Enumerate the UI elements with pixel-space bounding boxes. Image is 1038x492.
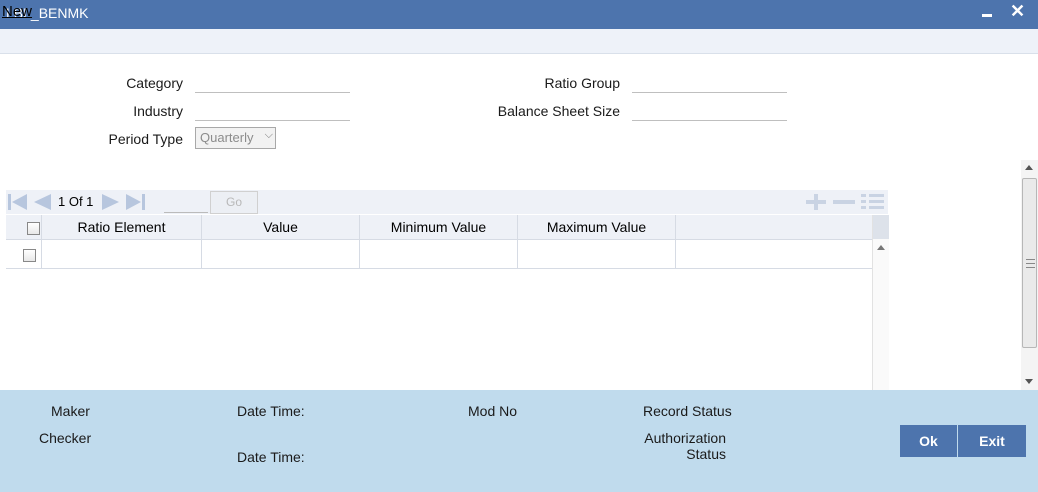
minimize-icon xyxy=(982,14,992,17)
select-all-checkbox[interactable] xyxy=(27,222,40,235)
column-header-ratio-element[interactable]: Ratio Element xyxy=(42,215,202,239)
category-label: Category xyxy=(126,75,183,91)
row-checkbox[interactable] xyxy=(23,249,36,262)
category-input[interactable] xyxy=(195,74,350,93)
page-indicator: 1 Of 1 xyxy=(58,194,94,209)
ratio-group-label: Ratio Group xyxy=(544,75,620,91)
exit-button[interactable]: Exit xyxy=(958,425,1026,457)
grid-toolbar: 1 Of 1 Go xyxy=(6,190,888,214)
balance-sheet-size-label: Balance Sheet Size xyxy=(497,103,620,119)
period-type-label: Period Type xyxy=(108,131,183,147)
scroll-up-icon[interactable] xyxy=(1025,165,1033,170)
minimum-value-cell[interactable] xyxy=(360,240,518,268)
mod-no-label: Mod No xyxy=(468,403,518,419)
next-page-icon[interactable] xyxy=(100,193,122,211)
grid-scrollbar[interactable] xyxy=(872,215,889,390)
single-view-icon[interactable] xyxy=(860,193,886,214)
ratio-grid: Ratio Element Value Minimum Value Maximu… xyxy=(6,215,872,390)
maker-label: Maker xyxy=(51,403,90,419)
column-header-minimum-value[interactable]: Minimum Value xyxy=(360,215,518,239)
period-type-value: Quarterly xyxy=(200,130,254,145)
ok-button[interactable]: Ok xyxy=(900,425,957,457)
maker-date-time-label: Date Time: xyxy=(237,403,305,419)
ratio-element-cell[interactable] xyxy=(42,240,202,268)
industry-input[interactable] xyxy=(195,102,350,121)
minimize-button[interactable] xyxy=(980,4,994,22)
scrollbar-thumb[interactable] xyxy=(1022,178,1037,348)
delete-row-icon[interactable] xyxy=(832,193,856,214)
row-select-cell xyxy=(6,240,42,268)
ratio-group-input[interactable] xyxy=(632,74,787,93)
new-menu-item[interactable]: New xyxy=(2,3,32,20)
column-header-maximum-value[interactable]: Maximum Value xyxy=(518,215,676,239)
vertical-scrollbar[interactable] xyxy=(1021,160,1038,390)
page-number-input[interactable] xyxy=(164,192,208,213)
title-bar xyxy=(0,0,1038,29)
authorization-status-label-line2: Status xyxy=(686,446,726,462)
authorization-status-label-line1: Authorization xyxy=(644,430,726,446)
checker-date-time-label: Date Time: xyxy=(237,449,305,465)
audit-footer: Maker Checker Date Time: Date Time: Mod … xyxy=(0,390,1038,492)
grid-header: Ratio Element Value Minimum Value Maximu… xyxy=(6,215,872,240)
record-status-label: Record Status xyxy=(643,403,732,419)
column-header-value[interactable]: Value xyxy=(202,215,360,239)
close-button[interactable]: ✕ xyxy=(1010,1,1025,22)
checker-label: Checker xyxy=(39,430,92,446)
industry-label: Industry xyxy=(133,103,183,119)
grid-scroll-up-icon[interactable] xyxy=(877,245,885,250)
period-type-select[interactable]: Quarterly ⌵ xyxy=(195,127,276,149)
scroll-down-icon[interactable] xyxy=(1025,379,1033,384)
add-row-icon[interactable] xyxy=(804,193,828,214)
balance-sheet-size-input[interactable] xyxy=(632,102,787,121)
go-button[interactable]: Go xyxy=(210,191,258,214)
table-row xyxy=(6,240,872,269)
grid-scrollbar-header xyxy=(873,215,889,239)
chevron-down-icon: ⌵ xyxy=(264,129,273,141)
first-page-icon[interactable] xyxy=(7,193,29,211)
menu-bar xyxy=(0,29,1038,54)
previous-page-icon[interactable] xyxy=(31,193,53,211)
maximum-value-cell[interactable] xyxy=(518,240,676,268)
value-cell[interactable] xyxy=(202,240,360,268)
grip-icon xyxy=(1026,259,1035,268)
select-all-cell xyxy=(6,215,42,239)
last-page-icon[interactable] xyxy=(124,193,146,211)
